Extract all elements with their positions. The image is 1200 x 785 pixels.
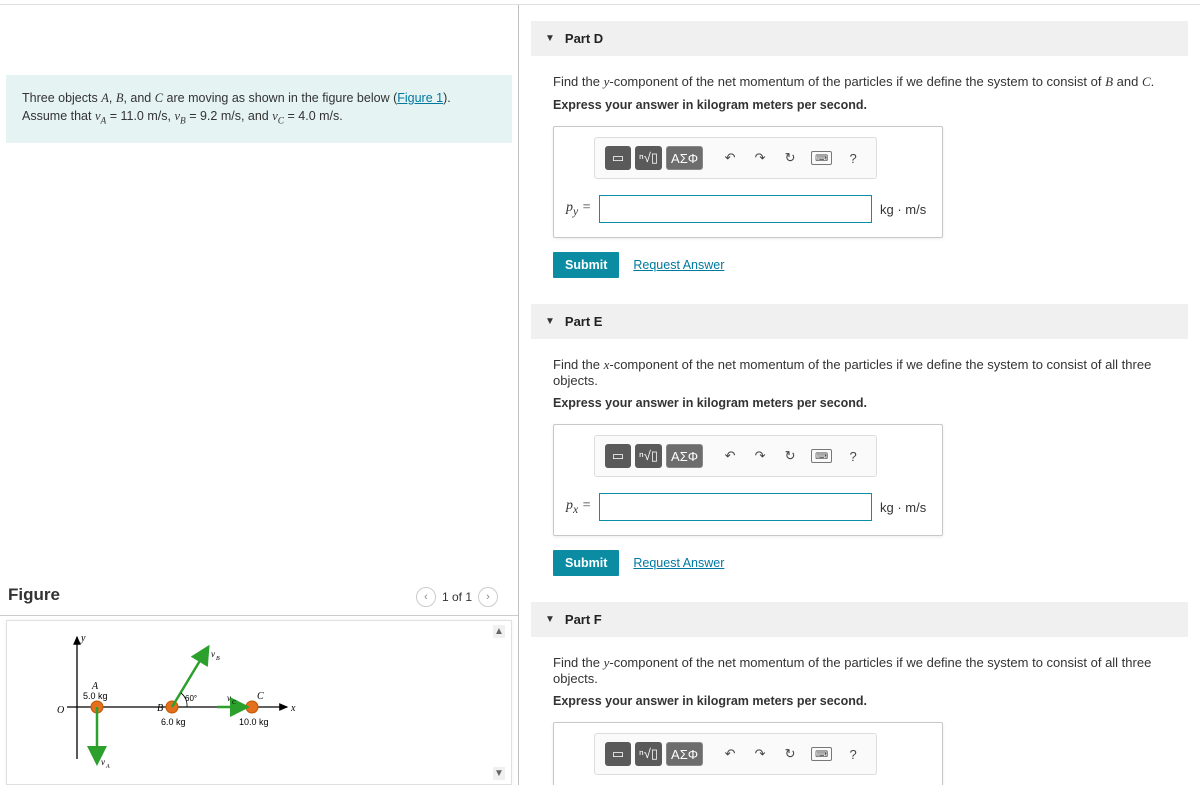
- keyboard-button[interactable]: ⌨: [807, 146, 836, 170]
- svg-text:x: x: [290, 703, 296, 714]
- equation-toolbar: ▭ ⁿ√▯ ΑΣΦ ↶ ↷ ↻ ⌨ ?: [594, 733, 877, 775]
- pager-label: 1 of 1: [442, 590, 472, 604]
- part-d-title: Part D: [565, 31, 603, 46]
- figure-diagram: y x O A 5.0 kg v A B 6.0 kg v B 60°: [37, 629, 357, 779]
- redo-button[interactable]: ↷: [747, 444, 773, 468]
- redo-button[interactable]: ↷: [747, 146, 773, 170]
- right-pane: Part D Find the y-component of the net m…: [519, 5, 1200, 785]
- root-button[interactable]: ⁿ√▯: [635, 742, 662, 766]
- part-d-variable: py =: [566, 200, 591, 218]
- scroll-up-icon[interactable]: ▲: [493, 625, 505, 638]
- part-e-request-link[interactable]: Request Answer: [633, 556, 724, 570]
- svg-text:C: C: [232, 700, 237, 706]
- help-button[interactable]: ?: [840, 444, 866, 468]
- part-d-prompt: Find the y-component of the net momentum…: [553, 74, 1166, 90]
- svg-text:10.0 kg: 10.0 kg: [239, 717, 269, 727]
- root-button[interactable]: ⁿ√▯: [635, 444, 662, 468]
- svg-text:A: A: [105, 764, 110, 770]
- template-button[interactable]: ▭: [605, 146, 631, 170]
- part-e-answer-box: ▭ ⁿ√▯ ΑΣΦ ↶ ↷ ↻ ⌨ ? px = kg · m/s: [553, 424, 943, 536]
- svg-text:B: B: [157, 703, 163, 714]
- part-f-prompt: Find the y-component of the net momentum…: [553, 655, 1166, 686]
- svg-text:y: y: [80, 633, 86, 644]
- scroll-down-icon[interactable]: ▼: [493, 767, 505, 780]
- template-button[interactable]: ▭: [605, 444, 631, 468]
- part-e-variable: px =: [566, 498, 591, 516]
- svg-text:v: v: [211, 649, 215, 659]
- part-d-unit: kg · m/s: [880, 202, 930, 217]
- part-d-input[interactable]: [599, 195, 872, 223]
- svg-text:v: v: [227, 693, 231, 703]
- left-pane: Three objects A, B, and C are moving as …: [0, 5, 519, 785]
- svg-text:5.0 kg: 5.0 kg: [83, 691, 108, 701]
- redo-button[interactable]: ↷: [747, 742, 773, 766]
- equation-toolbar: ▭ ⁿ√▯ ΑΣΦ ↶ ↷ ↻ ⌨ ?: [594, 137, 877, 179]
- var-a: A: [101, 91, 109, 105]
- part-d-answer-box: ▭ ⁿ√▯ ΑΣΦ ↶ ↷ ↻ ⌨ ? py = kg · m/s: [553, 126, 943, 238]
- equation-toolbar: ▭ ⁿ√▯ ΑΣΦ ↶ ↷ ↻ ⌨ ?: [594, 435, 877, 477]
- part-f-body: Find the y-component of the net momentum…: [531, 637, 1188, 785]
- part-e-instruction: Express your answer in kilogram meters p…: [553, 396, 1166, 410]
- var-c: C: [155, 91, 163, 105]
- part-f-title: Part F: [565, 612, 602, 627]
- help-button[interactable]: ?: [840, 146, 866, 170]
- root-button[interactable]: ⁿ√▯: [635, 146, 662, 170]
- part-e-input[interactable]: [599, 493, 872, 521]
- svg-text:6.0 kg: 6.0 kg: [161, 717, 186, 727]
- greek-button[interactable]: ΑΣΦ: [666, 444, 703, 468]
- part-d-header[interactable]: Part D: [531, 21, 1188, 56]
- problem-statement: Three objects A, B, and C are moving as …: [6, 75, 512, 143]
- keyboard-button[interactable]: ⌨: [807, 742, 836, 766]
- reset-button[interactable]: ↻: [777, 742, 803, 766]
- part-e-header[interactable]: Part E: [531, 304, 1188, 339]
- prev-figure-button[interactable]: ‹: [416, 587, 436, 607]
- help-button[interactable]: ?: [840, 742, 866, 766]
- reset-button[interactable]: ↻: [777, 146, 803, 170]
- part-f-header[interactable]: Part F: [531, 602, 1188, 637]
- part-e-title: Part E: [565, 314, 603, 329]
- svg-text:O: O: [57, 705, 64, 716]
- part-e-prompt: Find the x-component of the net momentum…: [553, 357, 1166, 388]
- reset-button[interactable]: ↻: [777, 444, 803, 468]
- part-e-submit-button[interactable]: Submit: [553, 550, 619, 576]
- part-f-instruction: Express your answer in kilogram meters p…: [553, 694, 1166, 708]
- undo-button[interactable]: ↶: [717, 444, 743, 468]
- text: Three objects: [22, 91, 101, 105]
- figure-pager: ‹ 1 of 1 ›: [416, 587, 498, 607]
- part-e-unit: kg · m/s: [880, 500, 930, 515]
- part-d-submit-button[interactable]: Submit: [553, 252, 619, 278]
- part-d-body: Find the y-component of the net momentum…: [531, 56, 1188, 288]
- figure-panel: ▲ ▼ y x O A 5.: [6, 620, 512, 785]
- figure-link[interactable]: Figure 1: [397, 91, 443, 105]
- svg-text:B: B: [216, 656, 220, 662]
- next-figure-button[interactable]: ›: [478, 587, 498, 607]
- greek-button[interactable]: ΑΣΦ: [666, 742, 703, 766]
- template-button[interactable]: ▭: [605, 742, 631, 766]
- part-e-body: Find the x-component of the net momentum…: [531, 339, 1188, 586]
- svg-text:C: C: [257, 691, 264, 702]
- greek-button[interactable]: ΑΣΦ: [666, 146, 703, 170]
- part-d-instruction: Express your answer in kilogram meters p…: [553, 98, 1166, 112]
- svg-text:60°: 60°: [185, 694, 197, 703]
- part-f-answer-box: ▭ ⁿ√▯ ΑΣΦ ↶ ↷ ↻ ⌨ ? py = kg · m/s: [553, 722, 943, 785]
- keyboard-button[interactable]: ⌨: [807, 444, 836, 468]
- svg-text:v: v: [101, 757, 105, 767]
- undo-button[interactable]: ↶: [717, 742, 743, 766]
- undo-button[interactable]: ↶: [717, 146, 743, 170]
- part-d-request-link[interactable]: Request Answer: [633, 258, 724, 272]
